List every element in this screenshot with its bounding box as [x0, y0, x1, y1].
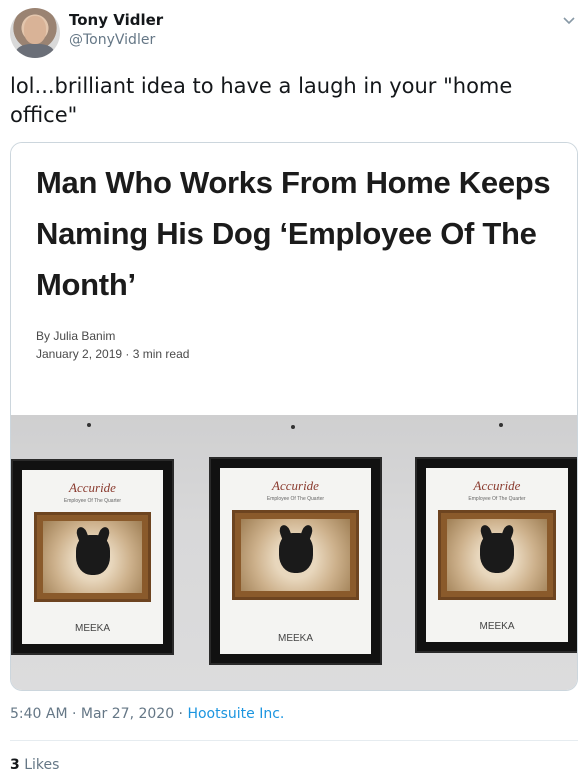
dog-icon	[278, 533, 313, 573]
wall-nail	[499, 423, 503, 427]
dog-photo-frame	[34, 512, 151, 602]
dog-photo	[43, 521, 142, 593]
divider	[10, 740, 578, 741]
plaque-subtitle: Employee Of The Quarter	[468, 496, 526, 502]
likes-count[interactable]: 3 Likes	[10, 757, 59, 773]
tweet-text: lol...brilliant idea to have a laugh in …	[10, 74, 513, 127]
dog-icon	[480, 533, 514, 573]
avatar[interactable]	[10, 8, 60, 58]
plaque-subtitle: Employee Of The Quarter	[266, 496, 325, 502]
dog-photo-frame	[438, 510, 556, 600]
plaque-logo: Accuride	[69, 480, 116, 495]
tweet-timestamp: 5:40 AM · Mar 27, 2020 · Hootsuite Inc.	[10, 706, 284, 722]
plaque-mat: Accuride Employee Of The Quarter MEEKA	[426, 468, 568, 642]
tweet-media-image[interactable]: Man Who Works From Home Keeps Naming His…	[10, 142, 578, 691]
tweet-time[interactable]: 5:40 AM · Mar 27, 2020 ·	[10, 706, 187, 722]
wall-nail	[87, 423, 91, 427]
article-header: Man Who Works From Home Keeps Naming His…	[11, 143, 577, 415]
article-byline: By Julia Banim	[36, 329, 116, 343]
article-headline: Man Who Works From Home Keeps Naming His…	[36, 165, 551, 302]
plaque-logo: Accuride	[473, 478, 521, 493]
award-plaque: Accuride Employee Of The Quarter MEEKA	[11, 459, 174, 655]
user-handle[interactable]: @TonyVidler	[69, 32, 155, 48]
wall-nail	[291, 425, 295, 429]
chevron-down-icon[interactable]	[562, 13, 576, 27]
plaque-mat: Accuride Employee Of The Quarter MEEKA	[220, 468, 371, 654]
plaque-nameplate: MEEKA	[74, 623, 110, 634]
article-photo: Accuride Employee Of The Quarter MEEKA A…	[11, 415, 577, 690]
article-date: January 2, 2019 · 3 min read	[36, 347, 190, 361]
plaque-mat: Accuride Employee Of The Quarter MEEKA	[22, 470, 163, 644]
dog-photo-frame	[232, 510, 359, 600]
plaque-logo: Accuride	[272, 478, 319, 493]
dog-icon	[75, 535, 110, 575]
user-display-name[interactable]: Tony Vidler	[69, 11, 163, 29]
award-plaque: Accuride Employee Of The Quarter MEEKA	[209, 457, 382, 665]
dog-photo	[447, 519, 547, 591]
plaque-nameplate: MEEKA	[479, 621, 515, 632]
plaque-nameplate: MEEKA	[277, 633, 313, 644]
likes-number: 3	[10, 757, 20, 773]
dog-photo	[241, 519, 350, 591]
award-plaque: Accuride Employee Of The Quarter MEEKA	[415, 457, 577, 653]
tweet-source-link[interactable]: Hootsuite Inc.	[187, 706, 284, 722]
plaque-subtitle: Employee Of The Quarter	[63, 498, 122, 504]
avatar-face	[24, 16, 46, 44]
avatar-shirt	[16, 44, 54, 58]
likes-label: Likes	[19, 757, 60, 773]
